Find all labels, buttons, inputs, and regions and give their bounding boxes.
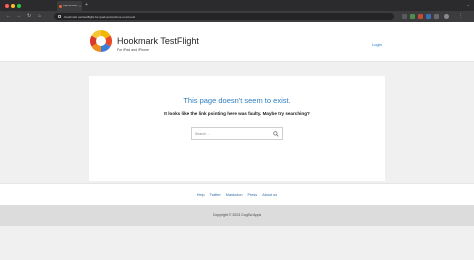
site-title[interactable]: Hookmark TestFlight [117,36,199,46]
footer-link-mastodon[interactable]: Mastodon [226,193,243,197]
search-input[interactable] [195,130,273,138]
extension-icon[interactable] [434,14,439,19]
home-icon[interactable]: ⌂ [38,13,41,19]
chevron-down-icon[interactable]: ⌄ [467,2,470,7]
search-icon[interactable] [273,131,279,137]
back-icon[interactable]: ← [6,13,11,19]
reload-icon[interactable]: ↻ [27,13,31,19]
browser-tab[interactable]: Page not found – Hookmark TestFlight × [57,1,82,11]
address-bar[interactable]: hookmark.net/testflight-for-ipad-and-iph… [54,13,394,20]
extension-icon[interactable] [402,14,407,19]
extension-icon[interactable] [418,14,423,19]
site-tagline: For iPad and iPhone [117,48,149,52]
extension-icon[interactable] [410,14,415,19]
login-link[interactable]: Login [372,42,382,47]
tab-close-icon[interactable]: × [79,4,82,8]
copyright-text: Copyright © 2023 CogSci Apps [212,213,262,217]
footer-link-help[interactable]: Help [197,193,205,197]
browser-tab-bar: Page not found – Hookmark TestFlight × +… [0,0,474,11]
footer-link-press[interactable]: Press [247,193,257,197]
web-page: Hookmark TestFlight For iPad and iPhone … [0,22,474,260]
footer-bottom-bar: Copyright © 2023 CogSci Apps [0,205,474,226]
profile-avatar[interactable] [444,14,449,19]
menu-icon[interactable]: ⋮ [458,13,463,19]
forward-icon[interactable]: → [16,13,21,19]
extension-icon[interactable] [426,14,431,19]
close-window-button[interactable] [5,4,9,8]
tab-title: Page not found – Hookmark TestFlight [63,5,79,7]
minimize-window-button[interactable] [11,4,15,8]
footer-link-twitter[interactable]: Twitter [210,193,221,197]
footer-link-about-us[interactable]: About us [262,193,277,197]
new-tab-icon[interactable]: + [85,2,88,8]
error-message: It looks like the link pointing here was… [164,111,310,116]
url-text: hookmark.net/testflight-for-ipad-and-iph… [64,14,136,19]
footer-nav: Help Twitter Mastodon Press About us [0,183,474,205]
site-header: Hookmark TestFlight For iPad and iPhone … [0,22,474,62]
hookmark-logo-icon[interactable] [90,30,112,52]
favicon-icon [59,4,62,8]
error-card: This page doesn't seem to exist. It look… [89,76,385,181]
page-title: This page doesn't seem to exist. [183,96,291,105]
maximize-window-button[interactable] [17,4,21,8]
lock-icon [58,15,61,18]
search-form [191,127,283,140]
browser-toolbar: ← → ↻ ⌂ hookmark.net/testflight-for-ipad… [0,11,474,22]
